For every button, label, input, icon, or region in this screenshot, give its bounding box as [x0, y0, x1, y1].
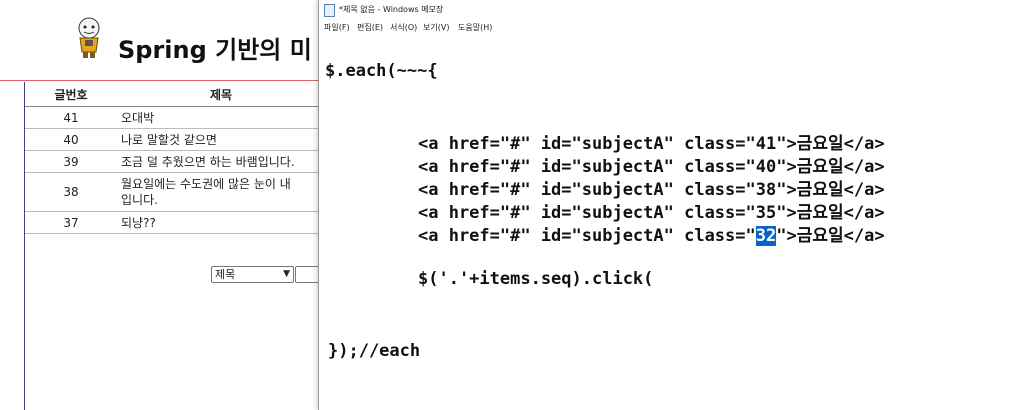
menu-format[interactable]: 서식(O)	[390, 22, 417, 33]
post-subject-link[interactable]: 나로 말할것 같으면	[117, 128, 325, 151]
anchor-class-value: 40	[755, 157, 777, 177]
code-line-click: $('.'+items.seq).click(	[418, 269, 654, 289]
table-row: 38 월요일에는 수도권에 많은 눈이 내 입니다.	[25, 172, 325, 212]
post-subject-link[interactable]: 월요일에는 수도권에 많은 눈이 내 입니다.	[117, 172, 325, 212]
anchor-class-value: 38	[755, 180, 777, 200]
menu-help[interactable]: 도움말(H)	[458, 22, 492, 33]
mascot-logo-icon	[74, 16, 104, 60]
menu-file[interactable]: 파일(F)	[324, 22, 350, 33]
post-subject-link[interactable]: 조금 덜 추웠으면 하는 바램입니다.	[117, 150, 325, 173]
code-line-anchor: <a href="#" id="subjectA" class="35">금요일…	[418, 203, 885, 223]
post-subject-link[interactable]: 되냥??	[117, 211, 325, 234]
code-line-end: });//each	[328, 341, 421, 361]
code-line-anchor: <a href="#" id="subjectA" class="32">금요일…	[418, 226, 885, 246]
site-title: Spring 기반의 미	[118, 36, 312, 64]
menu-view[interactable]: 보기(V)	[423, 22, 449, 33]
post-subject-link[interactable]: 오대박	[117, 106, 325, 129]
table-row: 40 나로 말할것 같으면	[25, 128, 325, 151]
anchor-class-value: 35	[755, 203, 777, 223]
code-line-each: $.each(~~~{	[325, 61, 438, 81]
menu-edit[interactable]: 편집(E)	[357, 22, 383, 33]
notepad-text-area[interactable]: $.each(~~~{ <a href="#" id="subjectA" cl…	[319, 36, 1014, 410]
window-title: *제목 없음 - Windows 메모장	[339, 5, 444, 14]
column-header-subject: 제목	[117, 82, 325, 107]
selected-text: 32	[755, 226, 777, 246]
chevron-down-icon: ▼	[283, 269, 290, 279]
code-line-anchor: <a href="#" id="subjectA" class="38">금요일…	[418, 180, 885, 200]
board-area: 글번호 제목 41 오대박 40 나로 말할것 같으면 39 조금 덜 추웠으면…	[24, 82, 327, 410]
anchor-class-value: 41	[755, 134, 777, 154]
notepad-titlebar[interactable]: *제목 없음 - Windows 메모장	[319, 0, 1014, 19]
code-line-anchor: <a href="#" id="subjectA" class="40">금요일…	[418, 157, 885, 177]
header-divider	[0, 80, 330, 81]
code-line-anchor: <a href="#" id="subjectA" class="41">금요일…	[418, 134, 885, 154]
column-header-number: 글번호	[25, 82, 117, 107]
notepad-menubar: 파일(F) 편집(E) 서식(O) 보기(V) 도움말(H)	[319, 19, 1014, 35]
notepad-app-icon	[324, 4, 335, 17]
post-number: 37	[25, 211, 117, 234]
search-type-value: 제목	[215, 268, 236, 281]
table-row: 37 되냥??	[25, 211, 325, 234]
search-type-select[interactable]: 제목 ▼	[211, 266, 294, 283]
post-number: 41	[25, 106, 117, 129]
post-number: 38	[25, 172, 117, 212]
board-table: 글번호 제목 41 오대박 40 나로 말할것 같으면 39 조금 덜 추웠으면…	[25, 82, 325, 234]
table-row: 41 오대박	[25, 106, 325, 129]
notepad-window: *제목 없음 - Windows 메모장 파일(F) 편집(E) 서식(O) 보…	[318, 0, 1014, 410]
post-number: 40	[25, 128, 117, 151]
table-row: 39 조금 덜 추웠으면 하는 바램입니다.	[25, 150, 325, 173]
post-number: 39	[25, 150, 117, 173]
